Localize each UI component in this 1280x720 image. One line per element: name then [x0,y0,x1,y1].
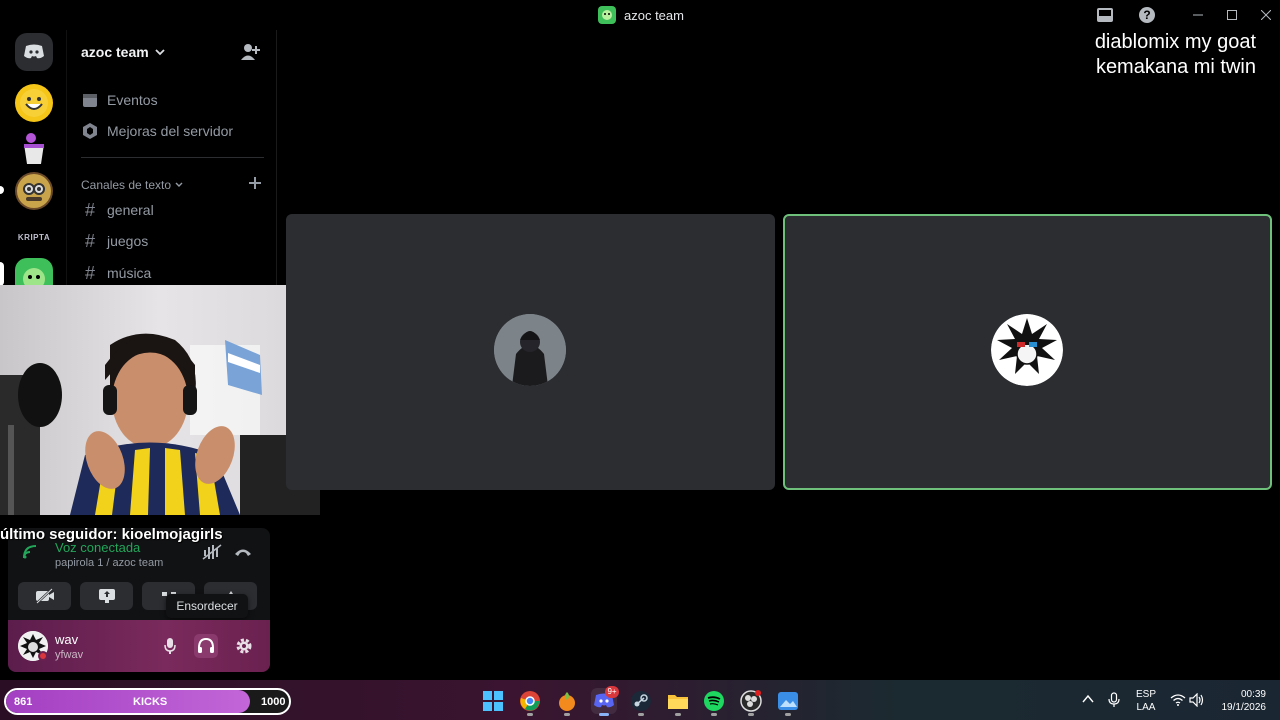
server-avatar-cup[interactable] [15,130,53,168]
screen-share-icon [98,588,116,604]
hash-icon: # [84,262,95,283]
app-active-dot [599,713,609,716]
overlay-text-2: kemakana mi twin [1095,56,1256,78]
hash-icon: # [84,230,95,251]
app-running-dot [675,713,681,716]
microphone-icon[interactable] [158,634,182,658]
minimize-icon[interactable] [1188,5,1208,25]
sidebar-divider [81,157,264,158]
server-avatar-krypta[interactable]: KRIPTA [15,218,53,256]
invite-people-icon[interactable] [240,43,260,61]
app-running-dot [711,713,717,716]
close-icon[interactable] [1256,5,1276,25]
channel-musica[interactable]: # música [81,263,151,283]
discord-home-icon[interactable] [15,33,53,71]
participant-avatar [494,314,566,386]
channel-label: general [107,202,154,218]
fl-studio-icon[interactable] [554,688,580,714]
category-text-channels[interactable]: Canales de texto [81,178,183,192]
photos-icon[interactable] [775,688,801,714]
kicks-goal: 1000 [261,696,286,708]
app-running-dot [527,713,533,716]
language-indicator[interactable]: ESP LAA [1134,688,1158,714]
kicks-label: KICKS [133,696,168,708]
chevron-down-icon [155,48,165,56]
inbox-icon[interactable] [1095,5,1115,25]
channel-juegos[interactable]: # juegos [81,231,148,251]
wifi-icon[interactable] [1170,694,1186,706]
tray-microphone-icon[interactable] [1108,692,1120,708]
obs-icon[interactable] [738,688,764,714]
channel-sidebar: azoc team Eventos Mejoras del servidor C… [66,30,277,290]
svg-text:?: ? [1143,8,1150,22]
clock-date: 19/1/2026 [1221,702,1267,713]
maximize-icon[interactable] [1222,5,1242,25]
menu-server-boost[interactable]: Mejoras del servidor [81,121,233,141]
signal-icon [22,544,40,560]
participant-avatar [991,314,1063,386]
participant-tile-speaking[interactable] [783,214,1272,490]
language-code: ESP [1135,689,1156,700]
spotify-icon[interactable] [701,688,727,714]
selected-pill [0,262,4,286]
server-avatar-minion[interactable] [15,172,53,210]
chevron-up-icon[interactable] [1082,694,1094,704]
menu-events-label: Eventos [107,92,158,108]
overlay-text-1: diablomix my goat [1094,31,1256,53]
app-running-dot [638,713,644,716]
file-explorer-icon[interactable] [665,688,691,714]
menu-events[interactable]: Eventos [81,90,158,110]
channel-general[interactable]: # general [81,200,154,220]
server-avatar-troll[interactable] [15,84,53,122]
disconnect-icon[interactable] [234,547,252,557]
create-channel-icon[interactable] [249,177,261,189]
help-icon[interactable]: ? [1137,5,1157,25]
latest-follower-text: último seguidor: kioelmojagirls [0,526,223,543]
channel-label: música [107,265,152,281]
webcam-feed [0,285,320,515]
settings-gear-icon[interactable] [232,634,256,658]
clock[interactable]: 00:39 19/1/2026 [1214,688,1267,714]
server-icon [598,6,616,24]
server-header[interactable]: azoc team [81,44,165,60]
kicks-current: 861 [14,696,33,708]
window-title: azoc team [624,7,684,23]
app-running-dot [564,713,570,716]
voice-location[interactable]: papirola 1 / azoc team [55,557,163,569]
server-name: azoc team [81,44,149,60]
keyboard-layout: LAA [1136,702,1156,713]
discord-notification-badge: 9+ [605,686,619,698]
kicks-progress-fill [6,690,250,713]
steam-icon[interactable] [628,688,654,714]
camera-button[interactable] [18,582,71,610]
camera-off-icon [35,588,55,604]
app-running-dot [748,713,754,716]
volume-icon[interactable] [1189,693,1205,707]
chevron-down-icon [175,182,183,188]
category-label: Canales de texto [81,178,172,192]
window-title-group: azoc team [598,6,684,24]
deafen-tooltip: Ensordecer [166,594,248,618]
boost-icon [81,123,99,139]
menu-server-boost-label: Mejoras del servidor [107,123,234,139]
kicks-goal-bar: 861 KICKS 1000 [4,688,291,715]
calendar-icon [81,92,99,108]
user-handle: yfwav [55,649,84,661]
windows-start-icon[interactable] [480,688,506,714]
app-running-dot [785,713,791,716]
user-panel: wav yfwav [8,620,270,672]
noise-suppression-icon[interactable] [202,544,222,560]
hash-icon: # [84,199,95,220]
screen-share-button[interactable] [80,582,133,610]
headphones-icon[interactable] [194,634,218,658]
username: wav [55,632,79,647]
status-dnd-icon [38,651,48,661]
participant-tile[interactable] [286,214,775,490]
svg-text:KRIPTA: KRIPTA [18,233,50,242]
channel-label: juegos [107,233,149,249]
clock-time: 00:39 [1240,689,1266,700]
chrome-icon[interactable] [517,688,543,714]
